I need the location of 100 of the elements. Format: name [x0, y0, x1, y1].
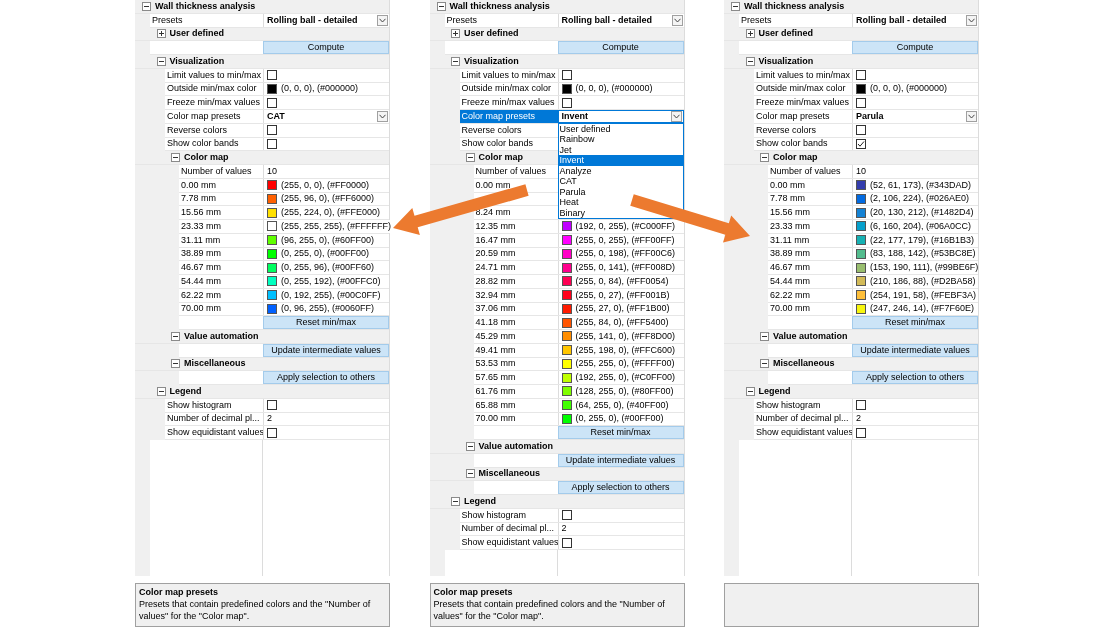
collapse-icon[interactable] — [451, 56, 460, 66]
dropdown-field[interactable]: CAT — [263, 110, 389, 123]
property-label[interactable]: Show equidistant values — [754, 426, 852, 439]
checkbox[interactable] — [856, 70, 866, 81]
color-swatch[interactable] — [267, 83, 277, 94]
property-value[interactable]: 10 — [267, 166, 277, 176]
action-button[interactable]: Apply selection to others — [263, 371, 389, 384]
color-swatch[interactable] — [267, 207, 277, 218]
dropdown-button[interactable] — [966, 110, 977, 122]
color-swatch[interactable] — [856, 180, 866, 191]
color-swatch[interactable] — [561, 303, 572, 314]
dropdown-option[interactable]: Binary — [558, 207, 587, 219]
collapse-icon[interactable] — [745, 386, 755, 396]
color-swatch[interactable] — [561, 358, 572, 369]
dropdown-button[interactable] — [966, 14, 977, 26]
color-swatch[interactable] — [856, 207, 866, 218]
checkbox[interactable] — [561, 537, 572, 548]
color-swatch[interactable] — [561, 83, 572, 94]
color-swatch[interactable] — [856, 276, 866, 287]
checkbox[interactable] — [267, 400, 277, 411]
color-swatch[interactable] — [856, 83, 866, 94]
property-label[interactable]: 23.33 mm — [179, 220, 263, 233]
dropdown-field[interactable]: Invent — [557, 110, 684, 123]
action-button[interactable]: Reset min/max — [263, 316, 389, 329]
property-label[interactable]: Color map presets — [754, 110, 852, 123]
dropdown-button[interactable] — [670, 110, 682, 122]
collapse-icon[interactable] — [142, 1, 151, 11]
dropdown-option[interactable]: CAT — [558, 176, 579, 187]
property-label[interactable]: 23.33 mm — [768, 220, 852, 233]
color-swatch[interactable] — [856, 235, 866, 246]
property-label[interactable]: Show equidistant values — [165, 426, 263, 439]
collapse-icon[interactable] — [171, 331, 180, 341]
dropdown-option[interactable]: Heat — [558, 197, 581, 208]
checkbox[interactable] — [267, 70, 277, 81]
color-swatch[interactable] — [561, 317, 572, 328]
dropdown-option[interactable]: User defined — [558, 123, 613, 135]
color-swatch[interactable] — [267, 303, 277, 314]
color-swatch[interactable] — [561, 235, 572, 246]
property-label[interactable]: 28.82 mm — [473, 275, 558, 288]
collapse-icon[interactable] — [451, 496, 460, 506]
collapse-icon[interactable] — [156, 56, 166, 66]
color-swatch[interactable] — [267, 290, 277, 301]
collapse-icon[interactable] — [465, 153, 475, 163]
property-label[interactable]: Number of values — [768, 165, 852, 178]
action-button[interactable]: Apply selection to others — [557, 481, 684, 494]
dropdown-option[interactable]: Jet — [558, 144, 574, 156]
expand-icon[interactable] — [451, 29, 460, 39]
property-value[interactable]: 2 — [561, 524, 567, 534]
property-label[interactable]: 61.76 mm — [473, 385, 558, 398]
property-label[interactable]: 46.67 mm — [179, 261, 263, 274]
color-swatch[interactable] — [267, 276, 277, 287]
property-label[interactable]: 54.44 mm — [179, 275, 263, 288]
checkbox[interactable] — [267, 125, 277, 136]
property-label[interactable]: 24.71 mm — [473, 261, 558, 274]
action-button[interactable]: Compute — [557, 41, 684, 54]
color-swatch[interactable] — [856, 303, 866, 314]
color-swatch[interactable] — [856, 221, 866, 232]
dropdown-option[interactable]: Analyze — [558, 165, 594, 177]
color-swatch[interactable] — [561, 386, 572, 397]
color-swatch[interactable] — [561, 345, 572, 356]
dropdown-option[interactable]: Rainbow — [558, 134, 597, 145]
color-swatch[interactable] — [856, 290, 866, 301]
property-label[interactable]: Color map presets — [459, 110, 558, 123]
dropdown-option[interactable]: Parula — [558, 186, 588, 198]
color-swatch[interactable] — [561, 290, 572, 301]
color-swatch[interactable] — [267, 262, 277, 273]
checkbox[interactable] — [267, 427, 277, 438]
collapse-icon[interactable] — [760, 153, 769, 163]
checkbox[interactable] — [856, 97, 866, 108]
property-label[interactable]: Number of values — [179, 165, 263, 178]
collapse-icon[interactable] — [465, 441, 475, 451]
color-swatch[interactable] — [561, 221, 572, 232]
property-label[interactable]: Freeze min/max values — [165, 96, 263, 109]
property-value[interactable]: 2 — [856, 414, 861, 424]
checkbox[interactable] — [267, 138, 277, 149]
color-swatch[interactable] — [561, 248, 572, 259]
checkbox[interactable] — [856, 125, 866, 136]
color-swatch[interactable] — [856, 262, 866, 273]
property-label[interactable]: 57.65 mm — [473, 371, 558, 384]
color-swatch[interactable] — [561, 372, 572, 383]
property-label[interactable]: 15.56 mm — [768, 206, 852, 219]
property-label[interactable]: 54.44 mm — [768, 275, 852, 288]
color-swatch[interactable] — [561, 276, 572, 287]
property-label[interactable]: Color map presets — [165, 110, 263, 123]
property-label[interactable]: 46.67 mm — [768, 261, 852, 274]
property-value[interactable]: 10 — [856, 166, 866, 176]
collapse-icon[interactable] — [745, 56, 755, 66]
action-button[interactable]: Apply selection to others — [852, 371, 978, 384]
color-swatch[interactable] — [267, 235, 277, 246]
collapse-icon[interactable] — [171, 359, 180, 369]
property-label[interactable]: 45.29 mm — [473, 330, 558, 343]
property-label[interactable]: Number of values — [473, 165, 558, 178]
color-swatch[interactable] — [856, 248, 866, 259]
checkbox[interactable] — [856, 427, 866, 438]
dropdown-button[interactable] — [671, 14, 683, 26]
color-swatch[interactable] — [561, 413, 572, 424]
property-label[interactable]: Show equidistant values — [459, 536, 558, 549]
property-label[interactable]: 15.56 mm — [179, 206, 263, 219]
property-label[interactable]: 41.18 mm — [473, 316, 558, 329]
checkbox[interactable] — [267, 97, 277, 108]
